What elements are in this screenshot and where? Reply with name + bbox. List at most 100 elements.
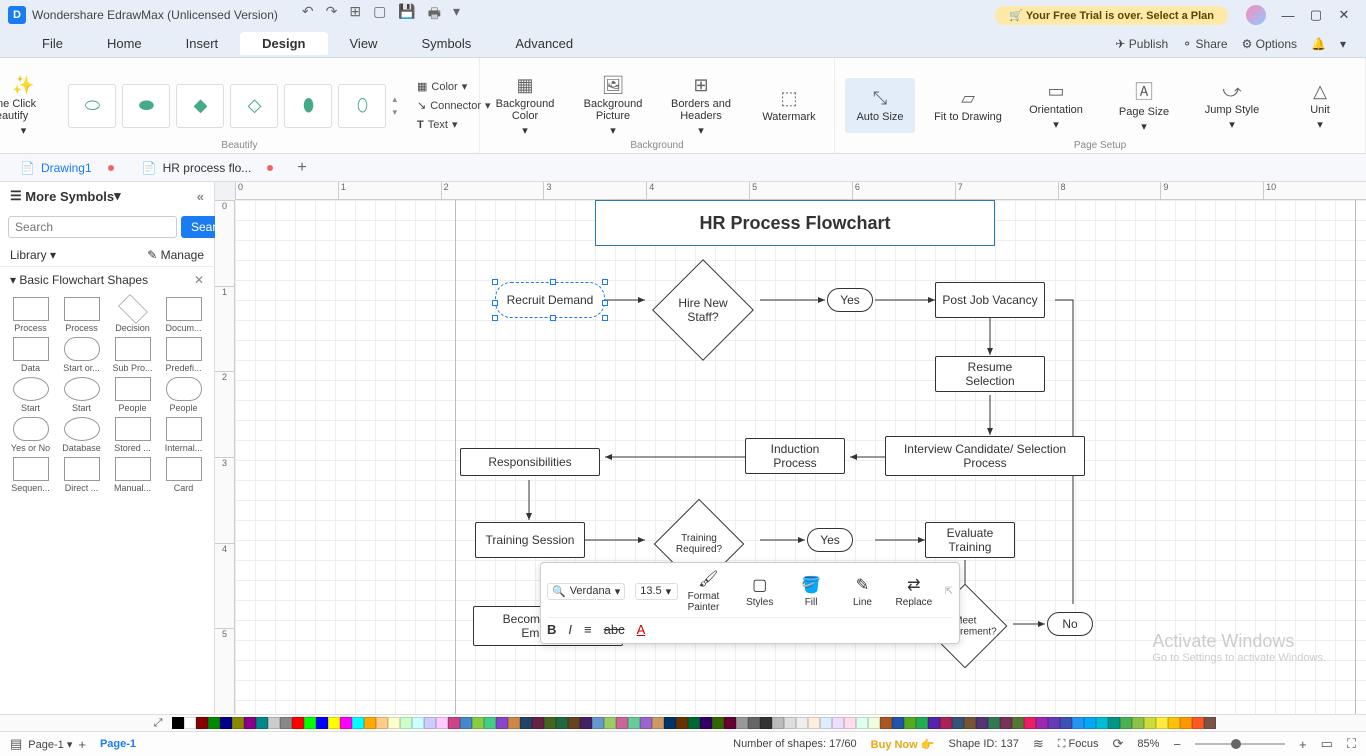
color-swatch[interactable]	[496, 717, 508, 729]
color-swatch[interactable]	[520, 717, 532, 729]
refresh-icon[interactable]: ⟳	[1112, 736, 1123, 752]
collapse-panel-icon[interactable]: «	[197, 189, 204, 204]
shape-decision[interactable]: Decision	[108, 297, 157, 333]
color-swatch[interactable]	[976, 717, 988, 729]
color-swatch[interactable]	[1012, 717, 1024, 729]
hamburger-icon[interactable]: ☰	[10, 188, 22, 204]
color-swatch[interactable]	[316, 717, 328, 729]
page-size-button[interactable]: 🄰Page Size▾	[1109, 78, 1179, 133]
shape-predefi[interactable]: Predefi...	[159, 337, 208, 373]
orientation-button[interactable]: ▭Orientation▾	[1021, 78, 1091, 133]
color-swatch[interactable]	[988, 717, 1000, 729]
node-no[interactable]: No	[1047, 612, 1093, 636]
node-evaluate[interactable]: Evaluate Training	[925, 522, 1015, 558]
shape-people[interactable]: People	[108, 377, 157, 413]
color-swatch[interactable]	[856, 717, 868, 729]
options-button[interactable]: ⚙ Options	[1242, 37, 1297, 51]
font-select[interactable]: 🔍 Verdana ▾	[547, 583, 625, 600]
color-swatch[interactable]	[436, 717, 448, 729]
color-swatch[interactable]	[940, 717, 952, 729]
color-swatch[interactable]	[604, 717, 616, 729]
new-tab-button[interactable]: +	[287, 159, 316, 177]
color-swatch[interactable]	[328, 717, 340, 729]
background-picture-button[interactable]: 🖼Background Picture▾	[578, 75, 648, 137]
color-swatch[interactable]	[1060, 717, 1072, 729]
node-post-job[interactable]: Post Job Vacancy	[935, 282, 1045, 318]
jump-style-button[interactable]: ⤻Jump Style▾	[1197, 78, 1267, 133]
menu-insert[interactable]: Insert	[164, 32, 241, 55]
node-resume[interactable]: Resume Selection	[935, 356, 1045, 392]
unit-button[interactable]: △Unit▾	[1285, 78, 1355, 133]
pin-icon[interactable]: ⇱	[945, 586, 953, 597]
menu-design[interactable]: Design	[240, 32, 327, 55]
notifications-icon[interactable]: 🔔	[1311, 37, 1326, 51]
manage-button[interactable]: ✎ Manage	[147, 248, 204, 262]
shape-stored[interactable]: Stored ...	[108, 417, 157, 453]
color-swatch[interactable]	[616, 717, 628, 729]
node-interview[interactable]: Interview Candidate/ Selection Process	[885, 436, 1085, 476]
color-swatch[interactable]	[1000, 717, 1012, 729]
color-swatch[interactable]	[1036, 717, 1048, 729]
color-swatch[interactable]	[904, 717, 916, 729]
color-swatch[interactable]	[628, 717, 640, 729]
buy-now-button[interactable]: Buy Now 👉	[871, 738, 935, 751]
color-swatch[interactable]	[388, 717, 400, 729]
color-swatch[interactable]	[664, 717, 676, 729]
node-induction[interactable]: Induction Process	[745, 438, 845, 474]
color-swatch[interactable]	[532, 717, 544, 729]
font-size-select[interactable]: 13.5 ▾	[635, 583, 677, 600]
page-outline-icon[interactable]: ▤	[10, 736, 22, 752]
shape-internal[interactable]: Internal...	[159, 417, 208, 453]
color-swatch[interactable]	[820, 717, 832, 729]
bold-button[interactable]: B	[547, 622, 556, 637]
eyedropper-tool[interactable]: ⤢	[150, 717, 166, 730]
color-swatch[interactable]	[412, 717, 424, 729]
color-swatch[interactable]	[280, 717, 292, 729]
shape-database[interactable]: Database	[57, 417, 106, 453]
color-swatch[interactable]	[1168, 717, 1180, 729]
style-thumb-3[interactable]: ◆	[176, 84, 224, 128]
shape-start[interactable]: Start	[6, 377, 55, 413]
doctab-hrprocess[interactable]: 📄 HR process flo...	[128, 157, 288, 179]
color-swatch[interactable]	[172, 717, 184, 729]
menu-collapse-icon[interactable]: ▾	[1340, 37, 1346, 51]
color-swatch[interactable]	[484, 717, 496, 729]
node-recruit-demand[interactable]: Recruit Demand	[495, 282, 605, 318]
fit-page-icon[interactable]: ▭	[1321, 736, 1333, 752]
color-swatch[interactable]	[196, 717, 208, 729]
more-symbols-label[interactable]: More Symbols	[25, 189, 114, 204]
color-swatch[interactable]	[952, 717, 964, 729]
style-thumb-2[interactable]: ⬬	[122, 84, 170, 128]
color-swatch[interactable]	[220, 717, 232, 729]
color-swatch[interactable]	[400, 717, 412, 729]
color-swatch[interactable]	[1048, 717, 1060, 729]
color-swatch[interactable]	[964, 717, 976, 729]
italic-button[interactable]: I	[568, 622, 572, 637]
node-yes2[interactable]: Yes	[807, 528, 853, 552]
open-button[interactable]: ▢	[373, 3, 386, 27]
color-swatch[interactable]	[700, 717, 712, 729]
color-swatch[interactable]	[748, 717, 760, 729]
shape-people[interactable]: People	[159, 377, 208, 413]
qat-more-button[interactable]: ▾	[453, 3, 460, 27]
color-swatch[interactable]	[304, 717, 316, 729]
color-swatch[interactable]	[808, 717, 820, 729]
color-swatch[interactable]	[364, 717, 376, 729]
one-click-beautify-button[interactable]: ✨ One Click Beautify ▾	[0, 75, 58, 137]
menu-view[interactable]: View	[328, 32, 400, 55]
color-swatch[interactable]	[580, 717, 592, 729]
styles-button[interactable]: ▢Styles	[739, 575, 780, 608]
color-swatch[interactable]	[340, 717, 352, 729]
color-swatch[interactable]	[1096, 717, 1108, 729]
auto-size-button[interactable]: ⤡Auto Size	[845, 78, 915, 133]
color-swatch[interactable]	[724, 717, 736, 729]
align-button[interactable]: ≡	[584, 622, 592, 637]
shape-subpro[interactable]: Sub Pro...	[108, 337, 157, 373]
focus-button[interactable]: ⛶ Focus	[1058, 738, 1099, 751]
color-swatch[interactable]	[868, 717, 880, 729]
color-swatch[interactable]	[256, 717, 268, 729]
trial-banner[interactable]: 🛒 Your Free Trial is over. Select a Plan	[995, 6, 1228, 25]
format-painter-button[interactable]: 🖌Format Painter	[688, 569, 729, 613]
flowchart-title[interactable]: HR Process Flowchart	[595, 200, 995, 246]
color-swatch[interactable]	[712, 717, 724, 729]
